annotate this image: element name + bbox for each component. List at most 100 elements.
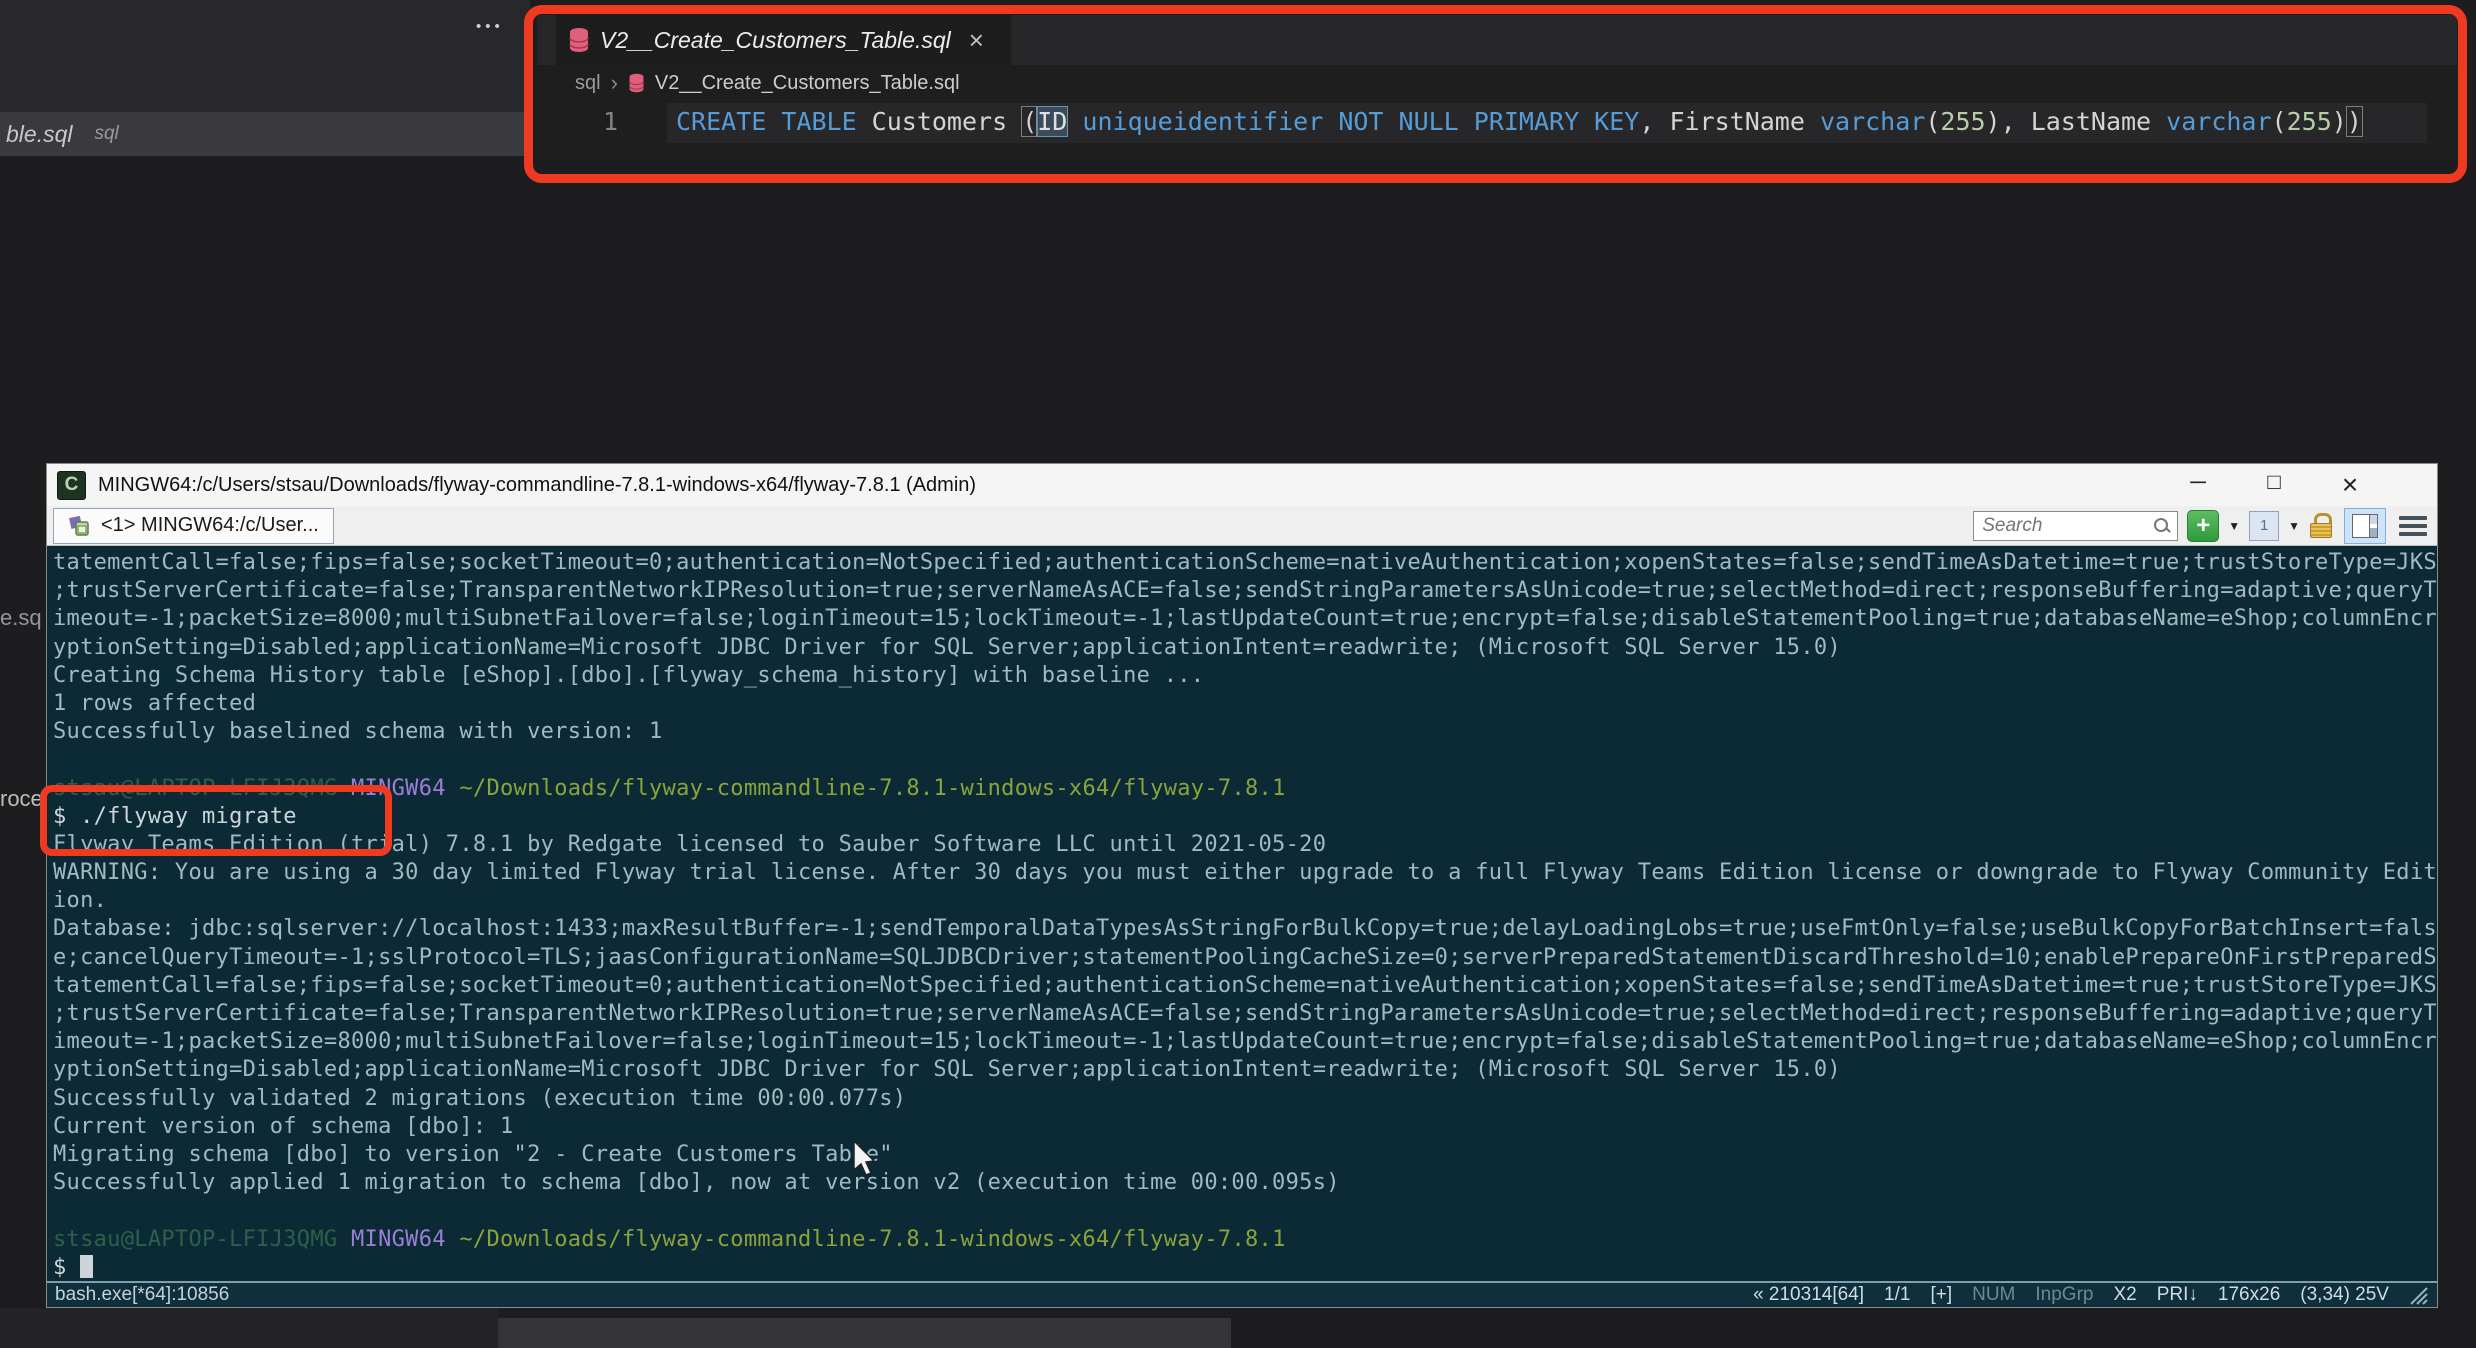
terminal-cursor bbox=[80, 1254, 94, 1278]
background-tab-language: sql bbox=[94, 123, 119, 144]
terminal-tab-mingw64[interactable]: <1> MINGW64:/c/User... bbox=[53, 507, 334, 544]
terminal-text: 1 rows affected bbox=[53, 690, 257, 716]
chevron-right-icon: › bbox=[610, 70, 618, 95]
terminal-window-title: MINGW64:/c/Users/stsau/Downloads/flyway-… bbox=[98, 473, 977, 496]
status-item[interactable]: 1/1 bbox=[1884, 1284, 1910, 1306]
terminal-text: yptionSetting=Disabled;applicationName=M… bbox=[53, 1057, 1841, 1083]
chevron-down-icon[interactable]: ▼ bbox=[2228, 519, 2240, 533]
code-token: ( bbox=[1925, 107, 1941, 136]
terminal-text: ;trustServerCertificate=false;Transparen… bbox=[53, 1001, 2437, 1026]
code-row: 1 CREATE TABLE Customers (ID uniqueident… bbox=[537, 101, 2457, 147]
terminal-line: tatementCall=false;fips=false;socketTime… bbox=[53, 972, 2437, 1000]
resize-grip-icon[interactable] bbox=[2407, 1285, 2429, 1305]
terminal-line: ;trustServerCertificate=false;Transparen… bbox=[53, 577, 2437, 605]
status-item[interactable]: « 210314[64] bbox=[1753, 1284, 1864, 1306]
editor-tab-title: V2__Create_Customers_Table.sql bbox=[600, 26, 951, 53]
editor-overflow-menu-icon[interactable]: ••• bbox=[476, 18, 504, 35]
terminal-line: $ bbox=[53, 1254, 2437, 1281]
terminal-text: ;trustServerCertificate=false;Transparen… bbox=[53, 578, 2437, 604]
terminal-line: ;trustServerCertificate=false;Transparen… bbox=[53, 1000, 2437, 1028]
terminal-text: Database: jdbc:sqlserver://localhost:143… bbox=[53, 916, 2437, 942]
status-item[interactable]: NUM bbox=[1972, 1284, 2015, 1306]
editor-tab-sql-file[interactable]: V2__Create_Customers_Table.sql × bbox=[556, 15, 1011, 65]
status-item[interactable]: PRI↓ bbox=[2157, 1284, 2198, 1306]
status-process[interactable]: bash.exe[*64]:10856 bbox=[55, 1284, 229, 1306]
code-token: ), LastName bbox=[1985, 107, 2167, 136]
code-line[interactable]: CREATE TABLE Customers (ID uniqueidentif… bbox=[676, 106, 2363, 137]
chevron-down-icon[interactable]: ▼ bbox=[2288, 519, 2300, 533]
search-icon bbox=[2153, 517, 2171, 535]
status-item[interactable]: 176x26 bbox=[2218, 1284, 2280, 1306]
terminal-line: Successfully validated 2 migrations (exe… bbox=[53, 1085, 2437, 1113]
terminal-text: tatementCall=false;fips=false;socketTime… bbox=[53, 972, 2437, 998]
window-layout-button[interactable] bbox=[2344, 507, 2386, 544]
terminal-text: $ bbox=[53, 1254, 81, 1280]
terminal-tab-label: <1> MINGW64:/c/User... bbox=[101, 514, 319, 536]
terminal-tab-bar: <1> MINGW64:/c/User... + ▼ 1 ▼ bbox=[47, 506, 2437, 546]
minimize-button[interactable]: ─ bbox=[2183, 469, 2213, 501]
code-token: 255 bbox=[2286, 107, 2332, 136]
terminal-text: Successfully baselined schema with versi… bbox=[53, 719, 663, 745]
code-token: varchar bbox=[2166, 107, 2272, 136]
maximize-button[interactable]: □ bbox=[2259, 469, 2289, 501]
terminal-line: stsau@LAPTOP-LFIJ3QMG MINGW64 ~/Download… bbox=[53, 775, 2437, 803]
new-console-button[interactable]: + bbox=[2187, 509, 2220, 542]
terminal-text: MINGW64 bbox=[351, 1226, 460, 1252]
menu-icon[interactable] bbox=[2399, 515, 2427, 536]
status-item[interactable]: (3,34) 25V bbox=[2300, 1284, 2389, 1306]
background-text-fragment: e.sq bbox=[0, 605, 42, 630]
close-button[interactable]: × bbox=[2335, 469, 2365, 501]
terminal-line: Database: jdbc:sqlserver://localhost:143… bbox=[53, 915, 2437, 943]
terminal-status-bar: bash.exe[*64]:10856 « 210314[64] 1/1 [+] NU… bbox=[47, 1281, 2437, 1307]
terminal-line: imeout=-1;packetSize=8000;multiSubnetFai… bbox=[53, 1028, 2437, 1056]
terminal-text: imeout=-1;packetSize=8000;multiSubnetFai… bbox=[53, 606, 2437, 632]
code-token: 255 bbox=[1940, 107, 1986, 136]
background-strip bbox=[498, 1318, 1231, 1348]
terminal-text: Migrating schema [dbo] to version "2 - C… bbox=[53, 1141, 893, 1167]
terminal-title-bar[interactable]: C MINGW64:/c/Users/stsau/Downloads/flywa… bbox=[47, 464, 2437, 506]
terminal-text: ion. bbox=[53, 888, 108, 914]
code-token: varchar bbox=[1819, 107, 1926, 136]
database-icon bbox=[628, 73, 644, 93]
terminal-output[interactable]: tatementCall=false;fips=false;socketTime… bbox=[47, 546, 2437, 1281]
editor-panel: V2__Create_Customers_Table.sql × sql › V… bbox=[537, 15, 2457, 161]
background-text-fragment: roce bbox=[0, 786, 43, 811]
terminal-line: e;cancelQueryTimeout=-1;sslProtocol=TLS;… bbox=[53, 944, 2437, 972]
terminal-text: MINGW64 bbox=[351, 775, 460, 801]
lock-icon[interactable] bbox=[2309, 512, 2335, 540]
breadcrumb-folder[interactable]: sql bbox=[575, 72, 601, 95]
terminal-text: stsau@LAPTOP-LFIJ3QMG bbox=[53, 1226, 351, 1252]
terminal-line: Successfully applied 1 migration to sche… bbox=[53, 1169, 2437, 1197]
terminal-line: 1 rows affected bbox=[53, 690, 2437, 718]
status-item[interactable]: X2 bbox=[2113, 1284, 2136, 1306]
code-token: uniqueidentifier bbox=[1082, 107, 1324, 136]
terminal-text: $ ./flyway migrate bbox=[53, 803, 297, 829]
terminal-text: stsau@LAPTOP-LFIJ3QMG bbox=[53, 775, 351, 801]
terminal-line: Creating Schema History table [eShop].[d… bbox=[53, 662, 2437, 690]
conemu-terminal-window: C MINGW64:/c/Users/stsau/Downloads/flywa… bbox=[46, 463, 2438, 1308]
code-token: ) bbox=[2331, 107, 2347, 136]
terminal-line: yptionSetting=Disabled;applicationName=M… bbox=[53, 1056, 2437, 1084]
code-token: NOT NULL PRIMARY KEY bbox=[1338, 107, 1640, 136]
breadcrumb: sql › V2__Create_Customers_Table.sql bbox=[575, 65, 960, 101]
database-icon bbox=[569, 28, 589, 52]
terminal-line: Migrating schema [dbo] to version "2 - C… bbox=[53, 1141, 2437, 1169]
breadcrumb-file[interactable]: V2__Create_Customers_Table.sql bbox=[655, 72, 960, 95]
terminal-text: Current version of schema [dbo]: 1 bbox=[53, 1113, 514, 1139]
code-token: , FirstName bbox=[1639, 107, 1820, 136]
window-select-button[interactable]: 1 bbox=[2249, 510, 2280, 541]
status-item[interactable]: [+] bbox=[1930, 1284, 1952, 1306]
msys-icon bbox=[69, 515, 89, 536]
terminal-line: Successfully baselined schema with versi… bbox=[53, 718, 2437, 746]
status-item[interactable]: InpGrp bbox=[2035, 1284, 2093, 1306]
background-tab-filename: ble.sql bbox=[6, 120, 73, 147]
close-tab-icon[interactable]: × bbox=[969, 27, 984, 53]
terminal-text: ~/Downloads/flyway-commandline-7.8.1-win… bbox=[459, 775, 1286, 801]
search-input[interactable] bbox=[1980, 513, 2154, 538]
code-token: ID bbox=[1036, 106, 1069, 137]
terminal-text: e;cancelQueryTimeout=-1;sslProtocol=TLS;… bbox=[53, 944, 2437, 970]
vscode-background-area bbox=[0, 0, 530, 112]
